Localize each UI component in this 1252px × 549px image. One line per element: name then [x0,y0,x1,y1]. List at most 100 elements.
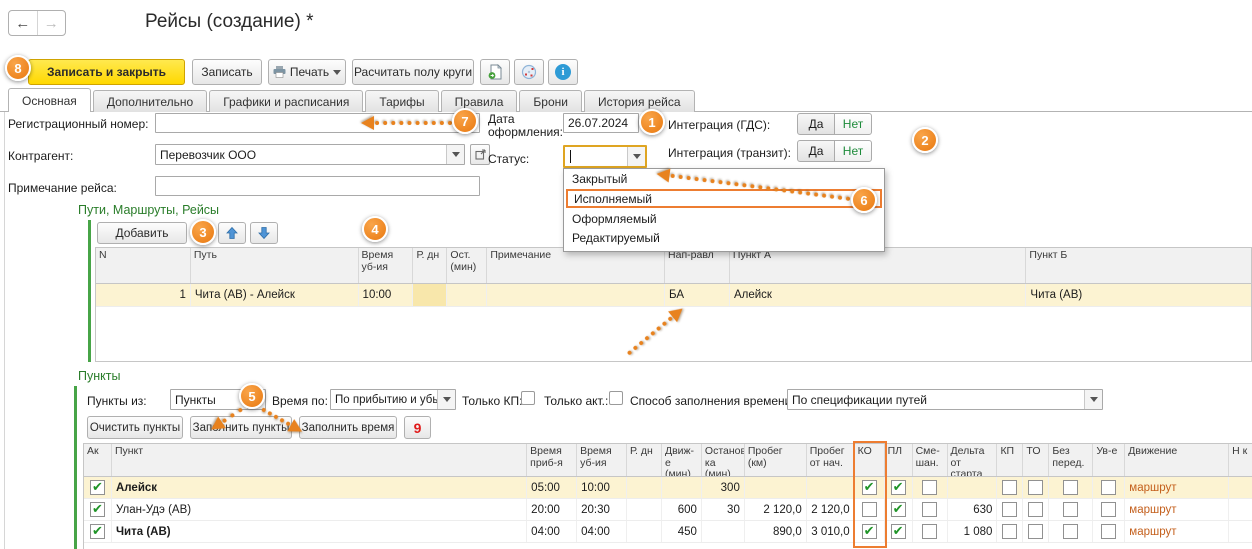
fill-method-combo[interactable]: По спецификации путей [787,389,1103,410]
bez-checkbox[interactable] [1063,502,1078,517]
point-row[interactable]: ✔ Чита (АВ) 04:00 04:00 450 890,0 3 010,… [84,521,1252,543]
mixed-checkbox[interactable] [922,524,937,539]
point-row[interactable]: ✔ Алейск 05:00 10:00 300 ✔ ✔ маршрут [84,477,1252,499]
col-note[interactable]: Примечание [487,248,665,283]
back-button[interactable]: ← [9,11,38,35]
status-option-editing[interactable]: Редактируемый [564,228,884,247]
status-option-drafting[interactable]: Оформляемый [564,209,884,228]
info-button[interactable]: i [548,59,578,85]
points-section-bar [74,386,77,549]
active-checkbox[interactable]: ✔ [90,502,105,517]
arr-time: 20:00 [527,499,577,520]
kp-checkbox[interactable] [1002,502,1017,517]
only-act-checkbox[interactable] [609,391,623,405]
col-arr-time[interactable]: Время приб-я [527,444,577,476]
route-n: 1 [96,284,191,306]
time-by-dropdown-button[interactable] [437,390,455,409]
col-dep-time[interactable]: Время уб-ия [577,444,627,476]
add-route-button[interactable]: Добавить [97,222,187,244]
tab-main[interactable]: Основная [8,88,91,112]
bez-checkbox[interactable] [1063,480,1078,495]
point-row[interactable]: ✔ Улан-Удэ (АВ) 20:00 20:30 600 30 2 120… [84,499,1252,521]
kp-checkbox[interactable] [1002,524,1017,539]
col-point-a[interactable]: Пункт А [730,248,1026,283]
fill-time-button[interactable]: Заполнить время [299,416,397,439]
tab-history[interactable]: История рейса [584,90,695,112]
move-down-button[interactable] [250,222,278,244]
col-rdn[interactable]: Р. дн [627,444,662,476]
movement: маршрут [1125,499,1229,520]
col-pl[interactable]: ПЛ [885,444,913,476]
col-rdn[interactable]: Р. дн [413,248,447,283]
mixed-checkbox[interactable] [922,480,937,495]
to-checkbox[interactable] [1028,524,1043,539]
col-run-km[interactable]: Пробег (км) [745,444,807,476]
bez-checkbox[interactable] [1063,524,1078,539]
annotation-badge-4: 4 [362,216,388,242]
contragent-open-button[interactable] [470,144,490,165]
gds-yes-button[interactable]: Да [797,113,835,135]
transit-no-button[interactable]: Нет [834,140,872,162]
pl-checkbox[interactable]: ✔ [891,502,906,517]
col-ak[interactable]: Ак [84,444,112,476]
route-row[interactable]: 1 Чита (АВ) - Алейск 10:00 БА Алейск Чит… [96,284,1251,307]
report-document-button[interactable] [480,59,510,85]
tab-tariffs[interactable]: Тарифы [365,90,438,112]
tab-rules[interactable]: Правила [441,90,518,112]
to-checkbox[interactable] [1028,480,1043,495]
col-mixed[interactable]: Сме-шан. [913,444,948,476]
contragent-combo[interactable]: Перевозчик ООО [155,144,465,165]
date-input[interactable] [563,113,639,133]
col-point[interactable]: Пункт [112,444,527,476]
save-button[interactable]: Записать [192,59,262,85]
col-run-from-start[interactable]: Пробег от нач. [807,444,855,476]
active-checkbox[interactable]: ✔ [90,524,105,539]
calculate-semicircles-button[interactable]: Расчитать полу круги [352,59,474,85]
print-button[interactable]: Печать [268,59,346,85]
col-point-b[interactable]: Пункт Б [1026,248,1251,283]
forward-button[interactable]: → [38,11,66,35]
uv-checkbox[interactable] [1101,524,1116,539]
transit-yes-button[interactable]: Да [797,140,835,162]
col-stop-min[interactable]: Останов-ка (мин) [702,444,745,476]
pl-checkbox[interactable]: ✔ [891,524,906,539]
move-up-button[interactable] [218,222,246,244]
pl-checkbox[interactable]: ✔ [891,480,906,495]
save-and-close-button[interactable]: Записать и закрыть [28,59,185,85]
tab-additional[interactable]: Дополнительно [93,90,207,112]
clear-points-button[interactable]: Очистить пункты [87,416,183,439]
col-uv[interactable]: Ув-е [1093,444,1125,476]
col-n[interactable]: N [96,248,191,283]
col-cut[interactable]: Н к [1229,444,1252,476]
status-combo[interactable] [563,145,647,168]
tab-schedules[interactable]: Графики и расписания [209,90,363,112]
ko-column-highlight [853,441,887,548]
uv-checkbox[interactable] [1101,502,1116,517]
fill-method-dropdown-button[interactable] [1084,390,1102,409]
col-dep-time[interactable]: Время уб-ия [359,248,414,283]
kp-checkbox[interactable] [1002,480,1017,495]
col-kp[interactable]: КП [997,444,1023,476]
status-dropdown-button[interactable] [627,147,645,166]
uv-checkbox[interactable] [1101,480,1116,495]
trip-note-input[interactable] [155,176,480,196]
tab-bookings[interactable]: Брони [519,90,582,112]
red-nine-button[interactable]: 9 [404,416,431,439]
col-bez[interactable]: Без перед. [1049,444,1093,476]
col-movement[interactable]: Движение [1125,444,1229,476]
gds-no-button[interactable]: Нет [834,113,872,135]
col-to[interactable]: ТО [1023,444,1049,476]
col-stop-min[interactable]: Ост. (мин) [447,248,487,283]
only-kp-checkbox[interactable] [521,391,535,405]
mixed-checkbox[interactable] [922,502,937,517]
col-direction[interactable]: Нап-равл [665,248,730,283]
contragent-dropdown-button[interactable] [446,145,464,164]
active-checkbox[interactable]: ✔ [90,480,105,495]
col-move-min[interactable]: Движ-е (мин) [662,444,702,476]
col-path[interactable]: Путь [191,248,359,283]
time-by-combo[interactable]: По прибытию и убытию [330,389,456,410]
to-checkbox[interactable] [1028,502,1043,517]
globe-clock-button[interactable] [514,59,544,85]
status-option-closed[interactable]: Закрытый [564,169,884,188]
col-delta[interactable]: Дельта от старта [948,444,998,476]
